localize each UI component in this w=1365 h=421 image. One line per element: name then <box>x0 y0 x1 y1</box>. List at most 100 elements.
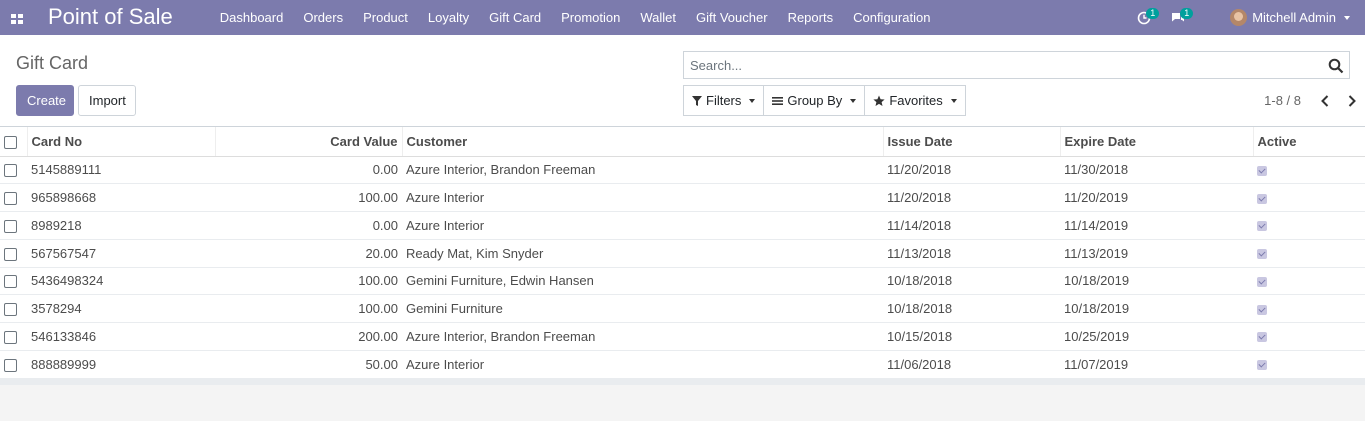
top-menu: Dashboard Orders Product Loyalty Gift Ca… <box>210 0 941 35</box>
favorites-button[interactable]: Favorites <box>865 85 966 116</box>
menu-loyalty[interactable]: Loyalty <box>418 0 479 35</box>
table-row[interactable]: 965898668 100.00 Azure Interior 11/20/20… <box>0 183 1365 212</box>
active-checkbox <box>1257 165 1267 176</box>
cell-card-value: 0.00 <box>215 155 402 184</box>
messages-icon[interactable]: 1 <box>1164 0 1194 35</box>
groupby-button[interactable]: Group By <box>764 85 866 116</box>
cell-customer: Azure Interior, Brandon Freeman <box>402 155 883 184</box>
messages-badge: 1 <box>1180 8 1194 19</box>
pager-next-icon[interactable] <box>1338 85 1365 116</box>
filters-label: Filters <box>706 93 742 108</box>
active-checkbox <box>1257 332 1267 343</box>
app-brand[interactable]: Point of Sale <box>48 4 173 30</box>
cell-issue-date: 10/18/2018 <box>883 294 1060 323</box>
menu-gift-card[interactable]: Gift Card <box>479 0 551 35</box>
table-row[interactable]: 3578294 100.00 Gemini Furniture 10/18/20… <box>0 294 1365 323</box>
cell-expire-date: 10/18/2019 <box>1060 266 1253 295</box>
filters-button[interactable]: Filters <box>683 85 765 116</box>
column-card-value[interactable]: Card Value <box>215 127 403 157</box>
menu-gift-voucher[interactable]: Gift Voucher <box>686 0 778 35</box>
cell-customer: Gemini Furniture <box>402 294 883 323</box>
cell-expire-date: 10/25/2019 <box>1060 322 1253 351</box>
cell-issue-date: 10/15/2018 <box>883 322 1060 351</box>
user-menu[interactable]: Mitchell Admin <box>1230 9 1350 26</box>
pager: 1-8 / 8 <box>1264 85 1365 116</box>
table-row[interactable]: 8989218 0.00 Azure Interior 11/14/2018 1… <box>0 211 1365 240</box>
cell-card-value: 100.00 <box>215 266 402 295</box>
active-checkbox <box>1257 249 1267 260</box>
menu-promotion[interactable]: Promotion <box>551 0 630 35</box>
create-button[interactable]: Create <box>16 85 74 116</box>
main-navbar: Point of Sale Dashboard Orders Product L… <box>0 0 1365 35</box>
column-customer[interactable]: Customer <box>402 127 884 157</box>
column-expire-date[interactable]: Expire Date <box>1060 127 1254 157</box>
cell-expire-date: 10/18/2019 <box>1060 294 1253 323</box>
table-row[interactable]: 567567547 20.00 Ready Mat, Kim Snyder 11… <box>0 238 1365 267</box>
row-checkbox[interactable] <box>4 303 17 317</box>
menu-wallet[interactable]: Wallet <box>630 0 686 35</box>
active-checkbox <box>1257 360 1267 371</box>
cell-card-value: 20.00 <box>215 238 402 267</box>
cell-expire-date: 11/30/2018 <box>1060 155 1253 184</box>
table-row[interactable]: 546133846 200.00 Azure Interior, Brandon… <box>0 322 1365 351</box>
table-row[interactable]: 888889999 50.00 Azure Interior 11/06/201… <box>0 349 1365 378</box>
row-checkbox[interactable] <box>4 219 17 233</box>
table-row[interactable]: 5145889111 0.00 Azure Interior, Brandon … <box>0 155 1365 184</box>
row-checkbox[interactable] <box>4 275 17 289</box>
cell-card-no: 546133846 <box>27 322 215 351</box>
row-checkbox[interactable] <box>4 192 17 206</box>
pager-value[interactable]: 1-8 / 8 <box>1264 93 1301 108</box>
cell-expire-date: 11/20/2019 <box>1060 183 1253 212</box>
filter-icon <box>692 95 702 106</box>
apps-menu-icon[interactable] <box>9 11 25 27</box>
star-icon <box>873 95 885 106</box>
user-caret-icon <box>1344 15 1350 20</box>
cell-card-value: 0.00 <box>215 211 402 240</box>
cell-expire-date: 11/14/2019 <box>1060 211 1253 240</box>
menu-reports[interactable]: Reports <box>778 0 844 35</box>
active-checkbox <box>1257 304 1267 315</box>
menu-orders[interactable]: Orders <box>293 0 353 35</box>
row-checkbox[interactable] <box>4 330 17 344</box>
table-header: Card No Card Value Customer Issue Date E… <box>0 127 1365 157</box>
import-button[interactable]: Import <box>78 85 136 116</box>
column-issue-date[interactable]: Issue Date <box>883 127 1061 157</box>
systray: 1 1 Mitchell Admin <box>1130 0 1365 35</box>
cell-card-value: 100.00 <box>215 294 402 323</box>
row-checkbox[interactable] <box>4 164 17 178</box>
cell-issue-date: 10/18/2018 <box>883 266 1060 295</box>
gift-card-list: Card No Card Value Customer Issue Date E… <box>0 127 1365 385</box>
menu-configuration[interactable]: Configuration <box>843 0 940 35</box>
list-table: Card No Card Value Customer Issue Date E… <box>0 127 1365 378</box>
cell-card-no: 3578294 <box>27 294 215 323</box>
cell-issue-date: 11/06/2018 <box>883 349 1060 378</box>
list-icon <box>772 96 784 105</box>
cell-issue-date: 11/14/2018 <box>883 211 1060 240</box>
search-options: Filters Group By Favorites <box>683 85 966 116</box>
menu-product[interactable]: Product <box>353 0 418 35</box>
row-checkbox[interactable] <box>4 358 17 372</box>
table-row[interactable]: 5436498324 100.00 Gemini Furniture, Edwi… <box>0 266 1365 295</box>
column-active[interactable]: Active <box>1253 127 1365 157</box>
activity-icon[interactable]: 1 <box>1130 0 1160 35</box>
select-all-checkbox[interactable] <box>4 135 17 149</box>
search-input[interactable] <box>684 52 1314 78</box>
cell-customer: Azure Interior <box>402 183 883 212</box>
page-title: Gift Card <box>16 53 89 73</box>
activity-badge: 1 <box>1146 8 1160 19</box>
menu-dashboard[interactable]: Dashboard <box>210 0 294 35</box>
column-card-no[interactable]: Card No <box>27 127 216 157</box>
active-checkbox <box>1257 221 1267 232</box>
cell-card-no: 5145889111 <box>27 155 215 184</box>
cell-customer: Azure Interior <box>402 349 883 378</box>
pager-previous-icon[interactable] <box>1311 85 1338 116</box>
favorites-caret-icon <box>950 98 957 103</box>
cell-expire-date: 11/13/2019 <box>1060 238 1253 267</box>
cell-customer: Azure Interior, Brandon Freeman <box>402 322 883 351</box>
search-box <box>683 51 1350 79</box>
cell-card-value: 200.00 <box>215 322 402 351</box>
user-name: Mitchell Admin <box>1252 10 1336 25</box>
search-icon[interactable] <box>1328 58 1344 74</box>
cell-card-no: 8989218 <box>27 211 215 240</box>
row-checkbox[interactable] <box>4 247 17 261</box>
